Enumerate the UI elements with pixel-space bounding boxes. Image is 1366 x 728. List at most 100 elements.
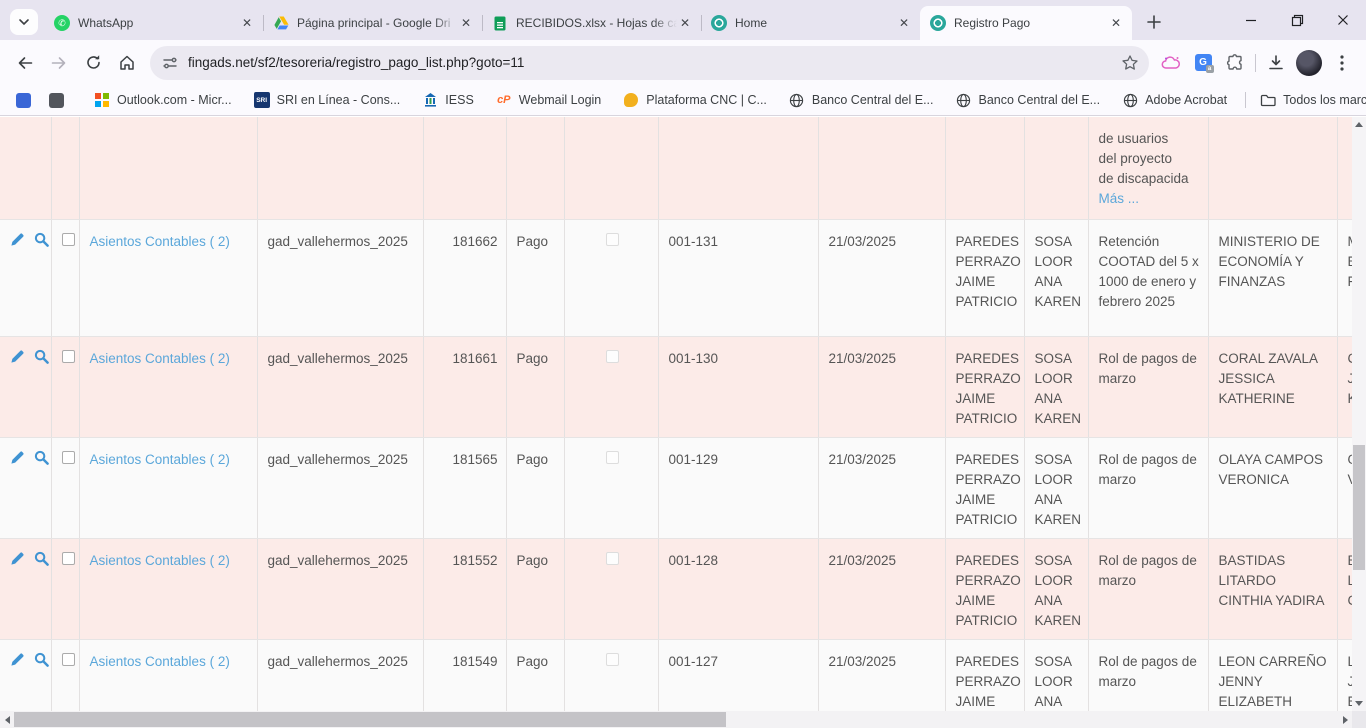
bookmark-bce-2[interactable]: Banco Central del E...: [950, 89, 1107, 111]
scroll-up-button[interactable]: [1352, 117, 1366, 132]
asientos-contables-link[interactable]: Asientos Contables ( 2): [90, 553, 230, 568]
microsoft-icon: [94, 92, 110, 108]
horizontal-scrollbar[interactable]: [0, 711, 1352, 728]
tab-label: Registro Pago: [954, 16, 1108, 30]
google-sheets-icon: [492, 15, 508, 31]
tab-registro-pago-active[interactable]: Registro Pago ✕: [920, 6, 1132, 40]
edit-pencil-icon[interactable]: [10, 232, 25, 253]
bookmark-label: Banco Central del E...: [979, 93, 1101, 107]
bookmark-label: Banco Central del E...: [812, 93, 934, 107]
tab-google-drive[interactable]: Página principal - Google Dri ✕: [263, 6, 482, 40]
vertical-scrollbar[interactable]: [1352, 117, 1366, 711]
row-checkbox[interactable]: [62, 552, 75, 565]
comprobante-cell: 001-127: [658, 640, 818, 712]
forward-button[interactable]: [42, 46, 76, 80]
bookmark-star-icon[interactable]: [1121, 54, 1139, 72]
more-link[interactable]: Más ...: [1099, 191, 1140, 206]
bookmark-label: Todos los marcadores: [1283, 93, 1366, 107]
tab-close-icon[interactable]: ✕: [677, 15, 693, 31]
row-checkbox[interactable]: [62, 233, 75, 246]
plus-icon: [1147, 15, 1161, 29]
elaborado-cell: PAREDES PERRAZO JAIME PATRICIO: [945, 539, 1024, 640]
profile-avatar[interactable]: [1296, 50, 1322, 76]
tab-close-icon[interactable]: ✕: [239, 15, 255, 31]
extension-cloud-icon[interactable]: [1155, 47, 1187, 79]
row-checkbox[interactable]: [62, 451, 75, 464]
reload-button[interactable]: [76, 46, 110, 80]
globe-icon: [789, 92, 805, 108]
bookmark-sri[interactable]: SRI SRI en Línea - Cons...: [248, 89, 407, 111]
vertical-scroll-thumb[interactable]: [1353, 445, 1365, 570]
date-cell: 21/03/2025: [818, 539, 945, 640]
asientos-contables-link[interactable]: Asientos Contables ( 2): [90, 351, 230, 366]
bookmark-label: SRI en Línea - Cons...: [277, 93, 401, 107]
asientos-contables-link[interactable]: Asientos Contables ( 2): [90, 234, 230, 249]
tab-close-icon[interactable]: ✕: [896, 15, 912, 31]
home-button[interactable]: [110, 46, 144, 80]
iess-building-icon: [422, 92, 438, 108]
url-text[interactable]: fingads.net/sf2/tesoreria/registro_pago_…: [188, 55, 1121, 70]
asientos-contables-link[interactable]: Asientos Contables ( 2): [90, 654, 230, 669]
bookmark-app-blue[interactable]: [12, 90, 35, 111]
all-bookmarks-button[interactable]: Todos los marcadores: [1254, 89, 1366, 111]
bookmark-outlook[interactable]: Outlook.com - Micr...: [88, 89, 238, 111]
home-icon: [118, 54, 136, 72]
tab-label: RECIBIDOS.xlsx - Hojas de cá: [516, 16, 677, 30]
beneficiario-cell: CORAL ZAVALA JESSICA KATHERINE: [1208, 337, 1337, 438]
row-actions-cell: [0, 539, 51, 640]
edit-pencil-icon[interactable]: [10, 551, 25, 572]
company-cell: gad_vallehermos_2025: [257, 539, 423, 640]
beneficiario-cell-clipped: OLAYA CAMPOS VERONICA: [1337, 438, 1352, 539]
sri-icon: SRI: [254, 92, 270, 108]
minimize-button[interactable]: [1228, 0, 1274, 40]
scroll-right-button[interactable]: [1338, 711, 1352, 728]
bookmark-bce-1[interactable]: Banco Central del E...: [783, 89, 940, 111]
tab-close-icon[interactable]: ✕: [458, 15, 474, 31]
restore-button[interactable]: [1274, 0, 1320, 40]
horizontal-scroll-thumb[interactable]: [14, 712, 726, 727]
record-number-cell: 181661: [423, 337, 506, 438]
bookmark-iess[interactable]: IESS: [416, 89, 480, 111]
tab-home[interactable]: Home ✕: [701, 6, 920, 40]
page-content: de usuarios del proyecto de discapacida …: [0, 117, 1366, 728]
translate-icon[interactable]: Ga: [1187, 47, 1219, 79]
edit-pencil-icon[interactable]: [10, 652, 25, 673]
bookmark-adobe[interactable]: Adobe Acrobat: [1116, 89, 1233, 111]
view-magnifier-icon[interactable]: [34, 232, 49, 253]
bookmark-app-gray[interactable]: [45, 90, 68, 111]
downloads-button[interactable]: [1260, 47, 1292, 79]
disabled-checkbox: [606, 653, 619, 666]
row-actions-cell: [0, 220, 51, 337]
row-checkbox[interactable]: [62, 350, 75, 363]
chevron-down-icon: [18, 16, 30, 28]
tab-whatsapp[interactable]: ✆ WhatsApp ✕: [44, 6, 263, 40]
edit-pencil-icon[interactable]: [10, 450, 25, 471]
restore-icon: [1291, 14, 1304, 27]
browser-menu-button[interactable]: [1326, 47, 1358, 79]
address-bar[interactable]: fingads.net/sf2/tesoreria/registro_pago_…: [150, 46, 1149, 80]
tab-close-icon[interactable]: ✕: [1108, 15, 1124, 31]
new-tab-button[interactable]: [1140, 8, 1168, 36]
bookmark-cnc[interactable]: Plataforma CNC | C...: [617, 89, 773, 111]
back-button[interactable]: [8, 46, 42, 80]
extensions-puzzle-icon[interactable]: [1219, 47, 1251, 79]
bookmark-webmail[interactable]: cP Webmail Login: [490, 89, 607, 111]
cpanel-icon: cP: [497, 94, 510, 106]
view-magnifier-icon[interactable]: [34, 551, 49, 572]
scroll-left-button[interactable]: [0, 711, 14, 728]
download-icon: [1267, 54, 1285, 72]
site-info-icon[interactable]: [162, 55, 178, 71]
beneficiario-cell-clipped: LEON CARREÑO JENNY ELIZABETH: [1337, 640, 1352, 712]
edit-pencil-icon[interactable]: [10, 349, 25, 370]
row-checkbox[interactable]: [62, 653, 75, 666]
view-magnifier-icon[interactable]: [34, 652, 49, 673]
tab-search-button[interactable]: [10, 9, 38, 35]
scroll-down-button[interactable]: [1352, 696, 1366, 711]
bookmark-label: IESS: [445, 93, 474, 107]
tab-sheets[interactable]: RECIBIDOS.xlsx - Hojas de cá ✕: [482, 6, 701, 40]
close-window-button[interactable]: [1320, 0, 1366, 40]
reload-icon: [85, 54, 102, 71]
asientos-contables-link[interactable]: Asientos Contables ( 2): [90, 452, 230, 467]
view-magnifier-icon[interactable]: [34, 450, 49, 471]
view-magnifier-icon[interactable]: [34, 349, 49, 370]
